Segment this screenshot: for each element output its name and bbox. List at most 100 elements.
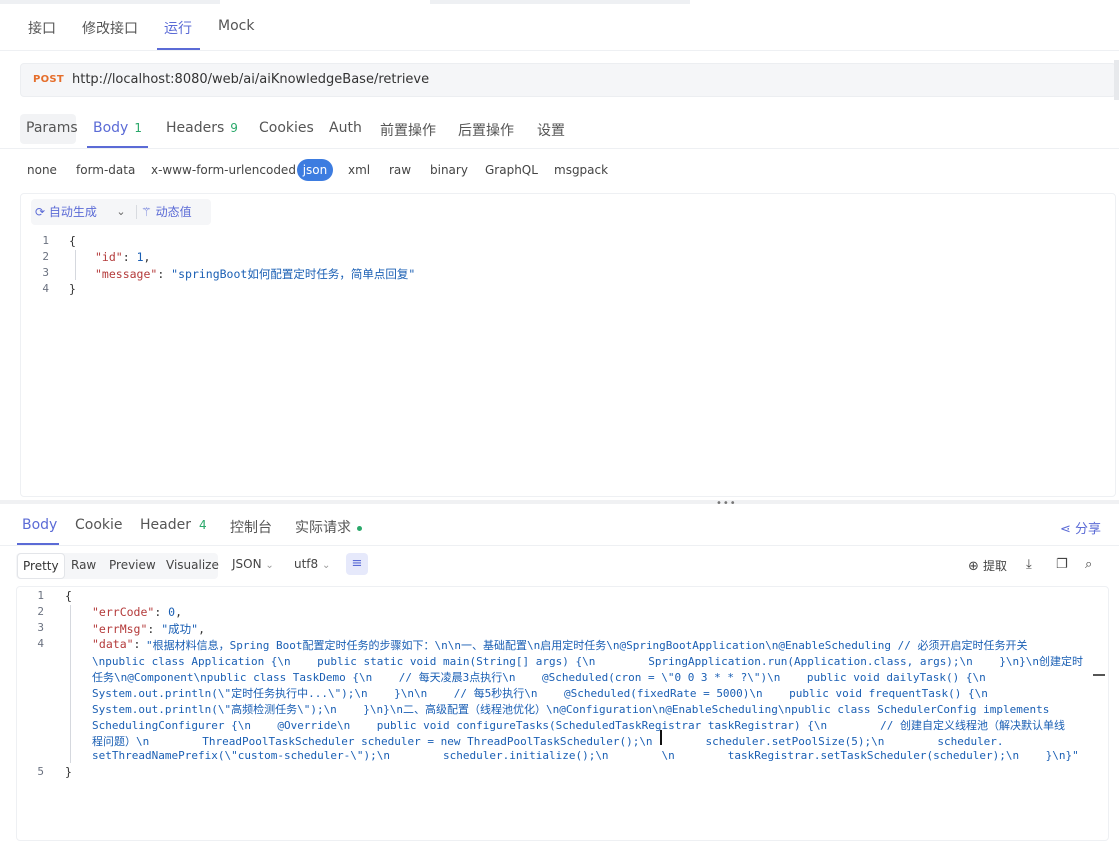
indent-guide bbox=[75, 250, 76, 280]
tab-response-body[interactable]: Body bbox=[22, 517, 57, 533]
view-visualize[interactable]: Visualize bbox=[161, 553, 224, 577]
tab-edit-interface[interactable]: 修改接口 bbox=[82, 18, 138, 38]
body-type-binary[interactable]: binary bbox=[430, 163, 468, 177]
search-icon[interactable]: ⌕ bbox=[1085, 557, 1092, 572]
json-close-brace: } bbox=[65, 765, 72, 779]
tab-actual-request[interactable]: 实际请求 bbox=[295, 517, 362, 537]
line-number: 4 bbox=[42, 282, 49, 295]
text-cursor bbox=[660, 730, 662, 745]
json-value: "成功" bbox=[161, 622, 199, 636]
download-icon[interactable]: ⤓ bbox=[1026, 557, 1032, 572]
tab-header-count: 4 bbox=[198, 518, 207, 532]
tab-body-count: 1 bbox=[134, 121, 142, 135]
dynamic-value-label: 动态值 bbox=[155, 205, 192, 219]
active-tab-indicator bbox=[157, 48, 200, 50]
tab-actual-request-label: 实际请求 bbox=[295, 520, 351, 536]
tab-interface[interactable]: 接口 bbox=[28, 18, 56, 38]
active-tab-indicator bbox=[17, 543, 59, 545]
json-data-line: setThreadNamePrefix(\"custom-scheduler-\… bbox=[92, 749, 1079, 762]
json-close-brace: } bbox=[69, 282, 76, 296]
line-number: 1 bbox=[42, 234, 49, 247]
tab-settings[interactable]: 设置 bbox=[537, 120, 565, 140]
encoding-select[interactable]: utf8 ⌄ bbox=[294, 557, 330, 571]
body-type-none[interactable]: none bbox=[27, 163, 57, 177]
tab-console[interactable]: 控制台 bbox=[230, 517, 272, 537]
body-type-xml[interactable]: xml bbox=[348, 163, 370, 177]
extract-button[interactable]: ⊕ 提取 bbox=[968, 557, 1007, 574]
active-tab-indicator bbox=[87, 146, 148, 148]
json-value: 1 bbox=[136, 250, 144, 264]
json-key: "message" bbox=[95, 267, 158, 281]
divider bbox=[136, 205, 137, 219]
tab-header-label: Header bbox=[140, 517, 191, 533]
chevron-down-icon[interactable]: ⌄ bbox=[111, 202, 131, 222]
status-dot bbox=[357, 525, 362, 531]
tab-body[interactable]: Body 1 bbox=[93, 120, 142, 136]
copy-icon[interactable]: ❐ bbox=[1056, 557, 1068, 572]
view-raw[interactable]: Raw bbox=[66, 553, 101, 577]
tab-headers-count: 9 bbox=[230, 121, 238, 135]
panel-splitter[interactable] bbox=[0, 500, 1119, 504]
line-number: 2 bbox=[37, 605, 44, 618]
body-type-msgpack[interactable]: msgpack bbox=[554, 163, 608, 177]
tab-pre-operations[interactable]: 前置操作 bbox=[380, 120, 436, 140]
dynamic-value-button[interactable]: ⚚ 动态值 bbox=[141, 200, 192, 224]
request-tab-bar: Params Body 1 Headers 9 Cookies Auth 前置操作 … bbox=[0, 110, 1119, 149]
json-data-line: 程问题）\n ThreadPoolTaskScheduler scheduler… bbox=[92, 735, 1004, 748]
chevron-down-icon: ⌄ bbox=[265, 560, 274, 571]
tab-mock[interactable]: Mock bbox=[218, 18, 254, 34]
tab-response-cookie[interactable]: Cookie bbox=[75, 517, 123, 533]
magic-wand-icon: ⚚ bbox=[141, 205, 152, 219]
minimap-marker bbox=[1093, 674, 1105, 676]
json-key: "data" bbox=[92, 637, 134, 651]
top-divider bbox=[430, 0, 690, 4]
view-pretty[interactable]: Pretty bbox=[17, 553, 65, 579]
auto-generate-label: 自动生成 bbox=[48, 205, 97, 219]
tab-params[interactable]: Params bbox=[26, 120, 78, 136]
json-data-line: 任务\n@Component\npublic class TaskDemo {\… bbox=[92, 671, 986, 684]
json-key: "errCode" bbox=[92, 605, 155, 619]
json-line-data: "data": bbox=[92, 637, 141, 651]
line-number: 4 bbox=[37, 637, 44, 650]
url-bar[interactable]: POST http://localhost:8080/web/ai/aiKnow… bbox=[20, 63, 1116, 97]
json-data-line: System.out.println(\"定时任务执行中...\");\n }\… bbox=[92, 687, 988, 700]
format-select[interactable]: JSON ⌄ bbox=[232, 557, 274, 571]
share-icon: ⋖ bbox=[1059, 522, 1071, 537]
extract-icon: ⊕ bbox=[968, 559, 979, 574]
refresh-icon: ⟳ bbox=[35, 205, 46, 219]
view-preview[interactable]: Preview bbox=[104, 553, 161, 577]
word-wrap-button[interactable]: ≡ bbox=[346, 553, 368, 575]
url-input[interactable]: http://localhost:8080/web/ai/aiKnowledge… bbox=[72, 72, 429, 87]
tab-response-header[interactable]: Header 4 bbox=[140, 517, 207, 533]
tab-body-label: Body bbox=[93, 120, 129, 136]
chevron-down-icon: ⌄ bbox=[322, 560, 331, 571]
share-label: 分享 bbox=[1074, 522, 1101, 537]
extract-label: 提取 bbox=[983, 559, 1008, 573]
tab-headers[interactable]: Headers 9 bbox=[166, 120, 238, 136]
json-line-errcode: "errCode": 0, bbox=[92, 605, 183, 619]
top-tab-bar: 接口 修改接口 运行 Mock bbox=[0, 0, 1119, 51]
encoding-select-value: utf8 bbox=[294, 557, 319, 571]
tab-auth[interactable]: Auth bbox=[329, 120, 362, 136]
json-open-brace: { bbox=[65, 589, 72, 603]
share-button[interactable]: ⋖ 分享 bbox=[1060, 518, 1101, 537]
json-key: "errMsg" bbox=[92, 622, 148, 636]
tab-run[interactable]: 运行 bbox=[164, 18, 192, 38]
body-type-graphql[interactable]: GraphQL bbox=[485, 163, 538, 177]
tab-post-operations[interactable]: 后置操作 bbox=[458, 120, 514, 140]
body-type-json[interactable]: json bbox=[297, 159, 333, 181]
body-type-urlencoded[interactable]: x-www-form-urlencoded bbox=[151, 163, 296, 177]
request-body-editor[interactable]: ⟳ 自动生成 ⌄ ⚚ 动态值 1 2 3 4 { "id": 1, "messa… bbox=[20, 193, 1116, 497]
method-badge[interactable]: POST bbox=[33, 74, 64, 85]
body-type-raw[interactable]: raw bbox=[389, 163, 411, 177]
tab-cookies[interactable]: Cookies bbox=[259, 120, 314, 136]
json-value: "springBoot如何配置定时任务，简单点回复" bbox=[171, 267, 416, 281]
json-key: "id" bbox=[95, 250, 123, 264]
format-select-value: JSON bbox=[232, 557, 262, 571]
line-number: 3 bbox=[42, 266, 49, 279]
json-line-id: "id": 1, bbox=[95, 250, 151, 264]
body-type-form-data[interactable]: form-data bbox=[76, 163, 135, 177]
auto-generate-button[interactable]: ⟳ 自动生成 bbox=[35, 200, 97, 224]
json-line-message: "message": "springBoot如何配置定时任务，简单点回复" bbox=[95, 267, 416, 281]
scrollbar[interactable] bbox=[1114, 60, 1119, 100]
